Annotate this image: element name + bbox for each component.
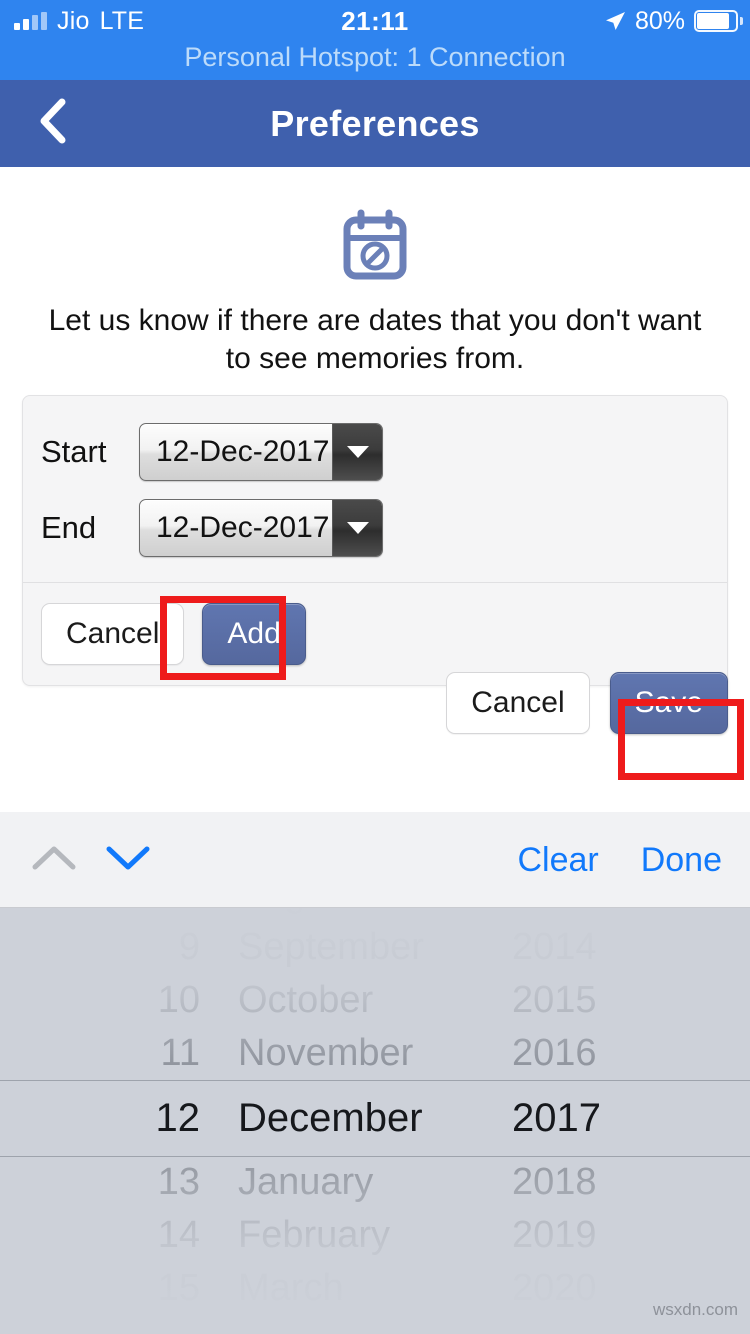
picker-year-value: 2020: [512, 1267, 597, 1309]
picker-month-value: November: [238, 1032, 414, 1074]
picker-month-value: April: [238, 1320, 498, 1334]
hero-icon-wrapper: [0, 209, 750, 286]
location-arrow-icon: [604, 10, 626, 32]
date-range-panel: Start 12-Dec-2017 End 12-Dec-2017 Cancel…: [22, 395, 728, 686]
picker-toolbar-actions: Clear Done: [517, 812, 722, 908]
chevron-down-icon: [105, 843, 151, 878]
picker-day-value: 13: [157, 1161, 200, 1203]
highlight-rect-add-button: [160, 596, 286, 680]
picker-row-list[interactable]: 8 August 2013 9 September 2014 10 October 2015 11…: [0, 908, 750, 1334]
picker-day-value: 12: [155, 1095, 201, 1140]
picker-month-value: August: [238, 908, 498, 916]
cancel-button[interactable]: Cancel: [446, 672, 590, 734]
picker-selection-top-line: [0, 1080, 750, 1081]
picker-previous-button[interactable]: [26, 838, 82, 882]
battery-icon: [694, 10, 743, 32]
picker-day-value: 11: [160, 1032, 200, 1074]
status-bar: Jio LTE 21:11 80% Personal Hotspot: 1 Co…: [0, 0, 750, 80]
clear-button[interactable]: Clear: [517, 841, 598, 880]
calendar-block-icon: [340, 209, 410, 286]
battery-percent-label: 80%: [634, 6, 685, 35]
chevron-down-icon[interactable]: [332, 500, 382, 556]
end-date-select[interactable]: 12-Dec-2017: [139, 499, 383, 557]
picker-day-value: 14: [157, 1214, 200, 1256]
picker-year-value: 2021: [512, 1320, 652, 1334]
hotspot-banner-label: Personal Hotspot: 1 Connection: [184, 42, 566, 72]
date-range-fields: Start 12-Dec-2017 End 12-Dec-2017: [23, 396, 727, 582]
picker-day-value: 16: [110, 1320, 200, 1334]
end-date-row: End 12-Dec-2017: [23, 490, 727, 566]
picker-year-value: 2017: [512, 1095, 601, 1140]
watermark-label: wsxdn.com: [652, 1300, 738, 1319]
picker-year-value: 2015: [512, 979, 597, 1021]
app-screen: Jio LTE 21:11 80% Personal Hotspot: 1 Co…: [0, 0, 750, 1334]
picker-row[interactable]: 14 February 2019: [0, 1209, 750, 1262]
picker-day-value: 9: [178, 926, 200, 968]
picker-day-value: 15: [157, 1267, 200, 1309]
start-date-value: 12-Dec-2017: [156, 435, 330, 468]
description-text: Let us know if there are dates that you …: [48, 304, 702, 376]
start-date-label: Start: [41, 434, 107, 469]
date-picker: Clear Done 8 August 2013 9 September 2014 10 Oc…: [0, 812, 750, 1334]
status-bar-right: 80%: [604, 6, 743, 36]
picker-row[interactable]: 9 September 2014: [0, 921, 750, 974]
picker-month-value: February: [238, 1214, 391, 1256]
picker-row[interactable]: 15 March 2020: [0, 1262, 750, 1315]
picker-day-value: 10: [157, 979, 200, 1021]
navigation-bar: Preferences: [0, 80, 750, 167]
highlight-rect-save-button: [618, 699, 744, 780]
picker-toolbar: Clear Done: [0, 812, 750, 908]
picker-row-selected[interactable]: 12 December 2017: [0, 1080, 750, 1156]
chevron-up-icon: [31, 843, 77, 878]
picker-row[interactable]: 16 April 2021: [0, 1315, 750, 1334]
date-range-actions: Cancel Add: [23, 583, 727, 685]
picker-row[interactable]: 13 January 2018: [0, 1156, 750, 1209]
end-date-label: End: [41, 510, 97, 545]
picker-year-value: 2019: [512, 1214, 597, 1256]
picker-month-value: October: [238, 979, 374, 1021]
start-date-row: Start 12-Dec-2017: [23, 414, 727, 490]
picker-row[interactable]: 10 October 2015: [0, 974, 750, 1027]
picker-year-value: 2018: [512, 1161, 597, 1203]
picker-month-value: September: [238, 926, 424, 968]
picker-selection-bottom-line: [0, 1156, 750, 1157]
picker-month-value: January: [238, 1161, 374, 1203]
picker-row[interactable]: 8 August 2013: [0, 908, 750, 921]
start-date-select[interactable]: 12-Dec-2017: [139, 423, 383, 481]
picker-wheels[interactable]: 8 August 2013 9 September 2014 10 October 2015 11…: [0, 908, 750, 1334]
picker-day-value: 8: [110, 908, 200, 916]
picker-next-button[interactable]: [100, 838, 156, 882]
page-title: Preferences: [270, 102, 480, 144]
chevron-down-icon[interactable]: [332, 424, 382, 480]
picker-month-value: December: [238, 1095, 423, 1140]
picker-month-value: March: [238, 1267, 344, 1309]
picker-row[interactable]: 11 November 2016: [0, 1027, 750, 1080]
end-date-value: 12-Dec-2017: [156, 511, 330, 544]
picker-year-value: 2016: [512, 1032, 597, 1074]
picker-year-value: 2014: [512, 926, 597, 968]
picker-year-value: 2013: [512, 908, 652, 916]
done-button[interactable]: Done: [641, 841, 722, 880]
